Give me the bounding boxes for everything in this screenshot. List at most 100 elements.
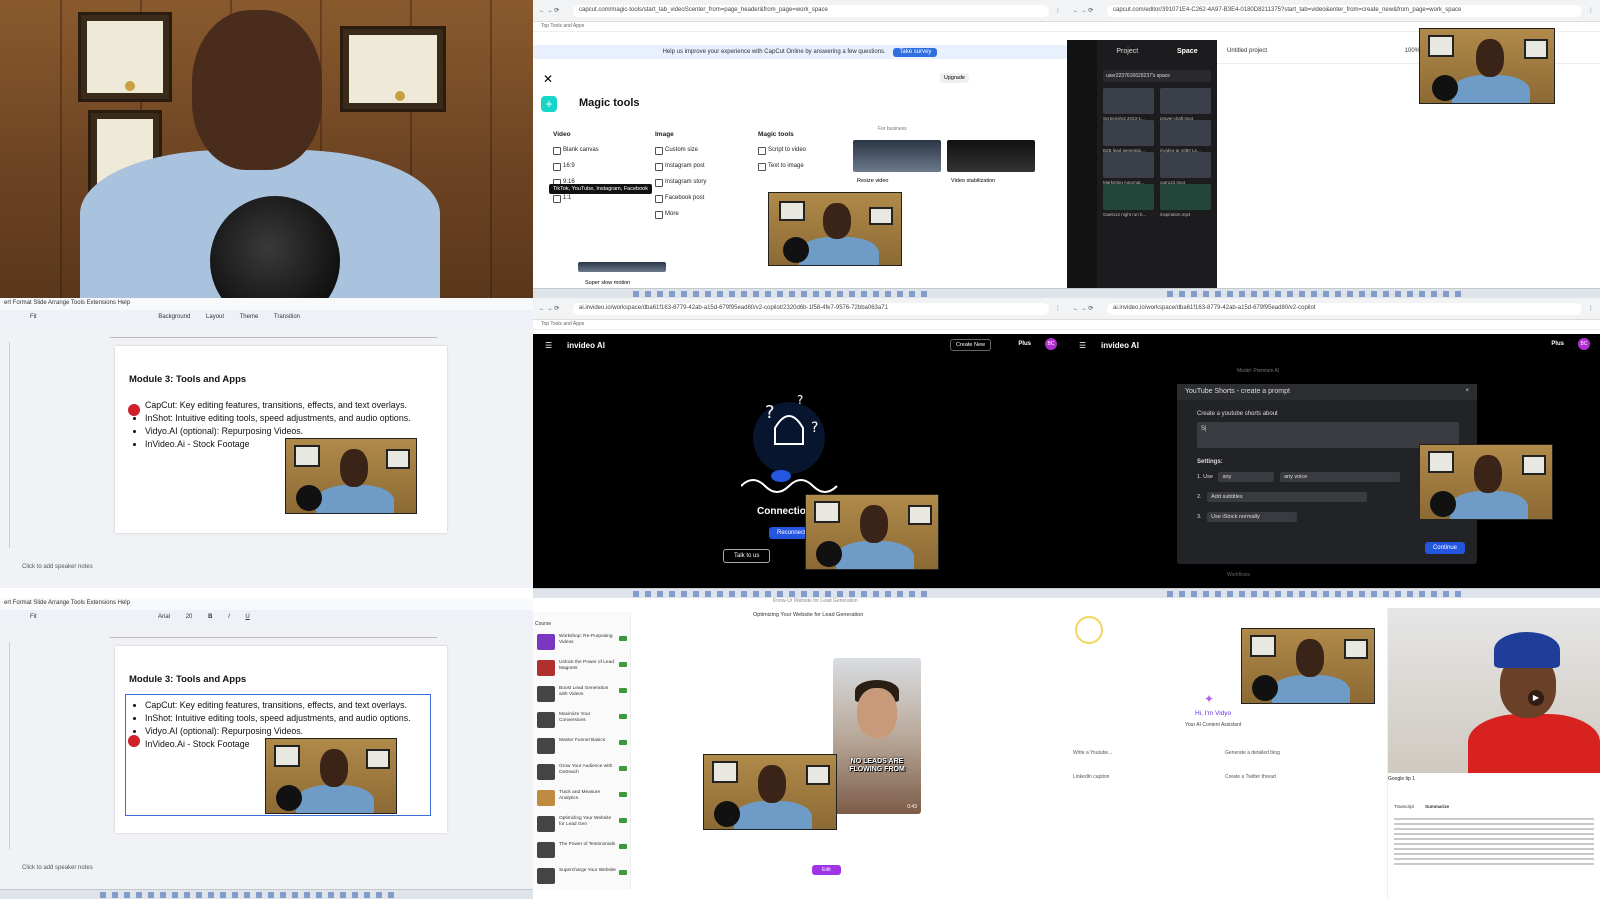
media-item[interactable]: Gaelo12 night run b... [1103, 184, 1154, 217]
magic-item-script-to-video[interactable]: Script to video [758, 147, 806, 155]
list-item[interactable]: Boost Lead Generation with Videos [537, 686, 627, 708]
edit-button[interactable]: Edit [812, 865, 841, 875]
take-survey-button[interactable]: Take survey [893, 48, 938, 57]
talk-to-us-button[interactable]: Talk to us [723, 549, 771, 563]
bullet-vidyo[interactable]: Vidyo.AI (optional): Repurposing Videos. [145, 426, 411, 436]
bookmark-bar[interactable] [1067, 320, 1600, 330]
capcut-logo-icon[interactable]: ✕ [543, 72, 553, 86]
address-bar[interactable]: capcut.com/editor/391071E4-C262-4A97-B3E… [1107, 4, 1582, 17]
resize-video-thumb[interactable] [853, 140, 941, 172]
bookmark-bar[interactable]: Top Tools and Apps [533, 22, 1067, 32]
image-item-facebook-post[interactable]: Facebook post [655, 195, 706, 203]
list-item[interactable]: Master Funnel Basics [537, 738, 627, 760]
upgrade-button[interactable]: Upgrade [939, 73, 969, 83]
avatar[interactable]: BC [1578, 338, 1590, 350]
browser-menu-icon[interactable]: ⋮ [1588, 305, 1594, 312]
address-bar[interactable]: ai.invideo.io/workspace/dba61f163-8779-4… [573, 302, 1049, 315]
browser-menu-icon[interactable]: ⋮ [1055, 7, 1061, 14]
stock-select[interactable]: any [1218, 472, 1275, 482]
magic-item-text-to-image[interactable]: Text to image [758, 163, 806, 171]
speaker-notes[interactable]: Click to add speaker notes [22, 865, 93, 871]
video-item-16-9[interactable]: 16:9 [553, 163, 599, 171]
video-item-blank-canvas[interactable]: Blank canvas [553, 147, 599, 155]
browser-menu-icon[interactable]: ⋮ [1055, 305, 1061, 312]
zoom-level[interactable]: 100% [1405, 48, 1420, 54]
media-item[interactable]: B2B lead generatio... [1103, 120, 1154, 153]
bullet-vidyo[interactable]: Vidyo.AI (optional): Repurposing Videos. [145, 726, 411, 736]
avatar[interactable]: BC [1045, 338, 1057, 350]
address-bar[interactable]: ai.invideo.io/workspace/dba61f163-8779-4… [1107, 302, 1582, 315]
close-icon[interactable]: × [1465, 388, 1469, 394]
slides-menu-bar[interactable]: ert Format Slide Arrange Tools Extension… [0, 298, 533, 310]
continue-button[interactable]: Continue [1424, 542, 1465, 554]
list-item[interactable]: The Power of Testimonials [537, 842, 627, 864]
font-size[interactable]: 20 [186, 614, 193, 620]
list-item[interactable]: Grow Your Audience with Outreach [537, 764, 627, 786]
video-item-1-1[interactable]: 1:1 [553, 195, 599, 203]
super-slow-thumb[interactable] [578, 262, 666, 272]
slide-title[interactable]: Module 3: Tools and Apps [129, 374, 246, 385]
background-button[interactable]: Background [158, 314, 190, 320]
stabilization-thumb[interactable] [947, 140, 1035, 172]
bullet-capcut[interactable]: CapCut: Key editing features, transition… [145, 400, 411, 410]
tab-transcript[interactable]: Transcript [1394, 804, 1414, 809]
media-item[interactable]: invideo-ai-1080 Le... [1160, 120, 1211, 153]
media-item[interactable]: Screenshot 2023-1... [1103, 88, 1154, 121]
tab-space[interactable]: Space [1177, 48, 1198, 55]
list-item[interactable]: Maximize Your Conversions [537, 712, 627, 734]
media-item[interactable]: inspiration.mp4 [1160, 184, 1211, 217]
plus-badge[interactable]: Plus [1551, 341, 1564, 347]
hamburger-icon[interactable]: ☰ [545, 341, 552, 350]
model-label[interactable]: Model: Premium AI [1237, 368, 1279, 374]
speaker-notes[interactable]: Click to add speaker notes [22, 564, 93, 570]
bullet-capcut[interactable]: CapCut: Key editing features, transition… [145, 700, 411, 710]
option-card[interactable]: Create a Twitter thread [1225, 774, 1276, 780]
browser-menu-icon[interactable]: ⋮ [1588, 7, 1594, 14]
browser-nav-icons[interactable]: ← → ⟳ [1073, 7, 1101, 14]
font-select[interactable]: Arial [158, 614, 170, 620]
video-player[interactable]: ▶ [1388, 608, 1600, 773]
slide[interactable]: Module 3: Tools and Apps CapCut: Key edi… [115, 646, 447, 833]
image-item-more[interactable]: More [655, 211, 706, 219]
slide[interactable]: Module 3: Tools and Apps CapCut: Key edi… [115, 346, 447, 533]
media-item[interactable]: outro22.mp4 [1160, 152, 1211, 185]
list-item[interactable]: Optimizing Your Website for Lead Gen [537, 816, 627, 838]
zoom-fit[interactable]: Fit [30, 614, 37, 620]
invideo-logo[interactable]: invideo AI [567, 341, 605, 350]
slide-title[interactable]: Module 3: Tools and Apps [129, 674, 246, 685]
space-selector[interactable]: user2237616629237's space [1103, 70, 1211, 82]
list-item[interactable]: Workshop: Re-Purposing Videos [537, 634, 627, 656]
bullet-inshot[interactable]: InShot: Intuitive editing tools, speed a… [145, 713, 411, 723]
bold-button[interactable]: B [208, 614, 212, 620]
bullet-inshot[interactable]: InShot: Intuitive editing tools, speed a… [145, 413, 411, 423]
option-card[interactable]: Generate a detailed blog [1225, 750, 1280, 756]
subtitles-select[interactable]: Add subtitles [1207, 492, 1368, 502]
create-new-button[interactable]: Create New [949, 339, 991, 351]
shorts-preview[interactable]: NO LEADS ARE FLOWING FROM 0:43 [833, 658, 921, 814]
transition-button[interactable]: Transition [274, 314, 300, 320]
image-item-instagram-post[interactable]: Instagram post [655, 163, 706, 171]
theme-button[interactable]: Theme [240, 314, 259, 320]
for-business-link[interactable]: For business [878, 126, 907, 132]
voice-select[interactable]: any voice [1279, 472, 1400, 482]
slides-menu-bar[interactable]: ert Format Slide Arrange Tools Extension… [0, 598, 533, 610]
bookmark-bar[interactable]: Top Tools and Apps [533, 320, 1067, 330]
list-item[interactable]: Supercharge Your Website [537, 868, 627, 890]
hamburger-icon[interactable]: ☰ [1079, 341, 1086, 350]
image-item-instagram-story[interactable]: Instagram story [655, 179, 706, 187]
media-item[interactable]: Marketing Automat... [1103, 152, 1154, 185]
invideo-logo[interactable]: invideo AI [1101, 341, 1139, 350]
browser-nav-icons[interactable]: ← → ⟳ [539, 305, 567, 312]
underline-button[interactable]: U [245, 614, 249, 620]
zoom-fit[interactable]: Fit [30, 314, 37, 320]
create-new-button[interactable]: + [541, 96, 557, 112]
play-icon[interactable]: ▶ [1528, 690, 1544, 706]
plus-badge[interactable]: Plus [1018, 341, 1031, 347]
image-item-custom-size[interactable]: Custom size [655, 147, 706, 155]
list-item[interactable]: Unlock the Power of Lead Magnets [537, 660, 627, 682]
browser-nav-icons[interactable]: ← → ⟳ [539, 7, 567, 14]
list-item[interactable]: Track and Measure Analytics [537, 790, 627, 812]
italic-button[interactable]: I [228, 614, 230, 620]
option-card[interactable]: Write a Youtube... [1073, 750, 1112, 756]
tab-project[interactable]: Project [1116, 48, 1138, 55]
